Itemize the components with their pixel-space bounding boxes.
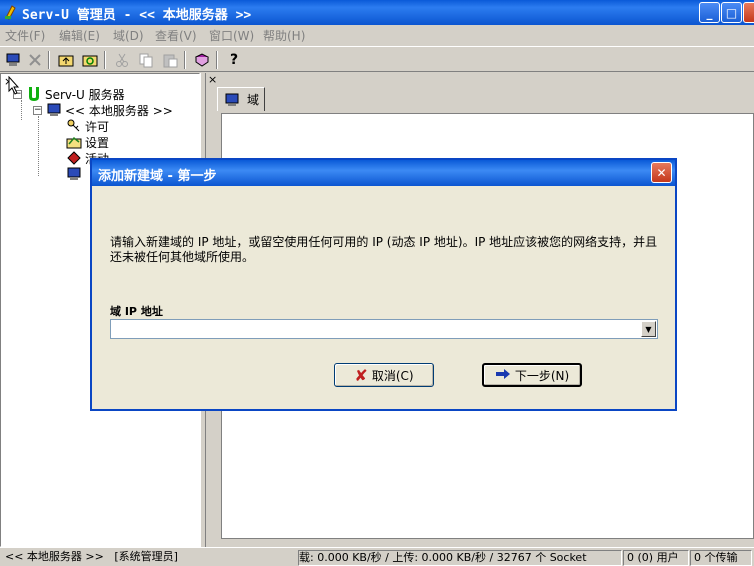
menu-file[interactable]: 文件(F) xyxy=(5,27,45,44)
maximize-button[interactable]: □ xyxy=(721,2,742,23)
tab-domain[interactable]: 域 xyxy=(217,87,265,111)
activity-icon xyxy=(66,150,82,166)
book-icon[interactable] xyxy=(192,50,212,70)
next-step-button-label: 下一步(N) xyxy=(514,368,570,383)
tree-item-settings[interactable]: 设置 xyxy=(66,134,109,150)
tree-item-license[interactable]: 许可 xyxy=(66,118,109,134)
tree-label: 许可 xyxy=(85,119,110,134)
toolbar-separator xyxy=(184,51,186,69)
dialog-title: 添加新建域 - 第一步 xyxy=(98,169,217,184)
close-button[interactable] xyxy=(743,2,754,23)
tree-label: 设置 xyxy=(85,135,110,150)
status-users: 0 (0) 用户 xyxy=(623,550,689,566)
domain-ip-combobox[interactable]: ▼ xyxy=(110,319,658,339)
dialog-message: 请输入新建域的 IP 地址，或留空使用任何可用的 IP (动态 IP 地址)。I… xyxy=(110,235,658,264)
tree-label: << 本地服务器 >> xyxy=(65,103,173,118)
dialog-close-button[interactable]: ✕ xyxy=(651,162,672,183)
cancel-button-label: 取消(C) xyxy=(371,368,414,383)
toolbar-separator xyxy=(104,51,106,69)
settings-icon xyxy=(66,134,82,150)
next-step-button[interactable]: 下一步(N) xyxy=(482,363,582,387)
tree-item-domains[interactable] xyxy=(66,166,85,182)
toolbar: ? xyxy=(0,46,754,72)
cancel-x-icon: ✘ xyxy=(354,365,368,385)
toolbar-separator xyxy=(216,51,218,69)
tree-item-servu-server[interactable]: − Serv-U 服务器 xyxy=(13,86,125,102)
menu-bar: 文件(F) 编辑(E) 域(D) 查看(V) 窗口(W) 帮助(H) xyxy=(0,25,754,45)
status-server: << 本地服务器 >> xyxy=(5,550,104,563)
menu-help[interactable]: 帮助(H) xyxy=(263,27,305,44)
tree-line xyxy=(21,100,22,120)
arrow-right-icon xyxy=(495,368,511,383)
domain-ip-label: 域 IP 地址 xyxy=(110,305,163,318)
refresh-icon[interactable] xyxy=(80,50,100,70)
toolbar-separator xyxy=(48,51,50,69)
help-icon[interactable]: ? xyxy=(224,50,244,70)
tab-label: 域 xyxy=(247,93,260,107)
menu-window[interactable]: 窗口(W) xyxy=(209,27,254,44)
connect-icon[interactable] xyxy=(3,50,23,70)
up-folder-icon[interactable] xyxy=(56,50,76,70)
paste-icon[interactable] xyxy=(160,50,180,70)
servu-app-icon xyxy=(3,4,19,20)
tree-collapse-icon[interactable]: − xyxy=(33,105,42,115)
cut-icon[interactable] xyxy=(112,50,132,70)
tree-line xyxy=(38,116,39,176)
status-transfer-rate: 载: 0.000 KB/秒 / 上传: 0.000 KB/秒 / 32767 个… xyxy=(298,550,622,566)
tree-item-local-server[interactable]: − << 本地服务器 >> xyxy=(33,102,173,118)
computer-icon xyxy=(46,102,62,118)
dialog-titlebar: 添加新建域 - 第一步 ✕ xyxy=(92,160,675,186)
tree-label: Serv-U 服务器 xyxy=(45,87,125,102)
computer-icon xyxy=(224,92,240,108)
servu-u-icon xyxy=(26,86,42,102)
chevron-down-icon[interactable]: ▼ xyxy=(641,321,656,337)
mouse-cursor-icon xyxy=(8,75,20,99)
menu-view[interactable]: 查看(V) xyxy=(155,27,197,44)
computer-icon xyxy=(66,166,82,182)
status-role: [系统管理员] xyxy=(114,550,178,563)
add-domain-dialog: 添加新建域 - 第一步 ✕ 请输入新建域的 IP 地址，或留空使用任何可用的 I… xyxy=(90,158,677,411)
minimize-button[interactable]: _ xyxy=(699,2,720,23)
status-transfers: 0 个传输 xyxy=(690,550,752,566)
menu-domain[interactable]: 域(D) xyxy=(113,27,144,44)
domain-pane-close-icon[interactable]: × xyxy=(208,73,217,86)
window-titlebar: Serv-U 管理员 - << 本地服务器 >> _ □ xyxy=(0,0,754,25)
copy-icon[interactable] xyxy=(136,50,156,70)
window-title: Serv-U 管理员 - << 本地服务器 >> xyxy=(22,8,252,23)
menu-edit[interactable]: 编辑(E) xyxy=(59,27,100,44)
status-server-role: << 本地服务器 >> [系统管理员] xyxy=(2,550,297,566)
cancel-button[interactable]: ✘ 取消(C) xyxy=(334,363,434,387)
delete-icon[interactable] xyxy=(25,50,45,70)
key-icon xyxy=(66,118,82,134)
status-bar: << 本地服务器 >> [系统管理员] 载: 0.000 KB/秒 / 上传: … xyxy=(0,547,754,566)
